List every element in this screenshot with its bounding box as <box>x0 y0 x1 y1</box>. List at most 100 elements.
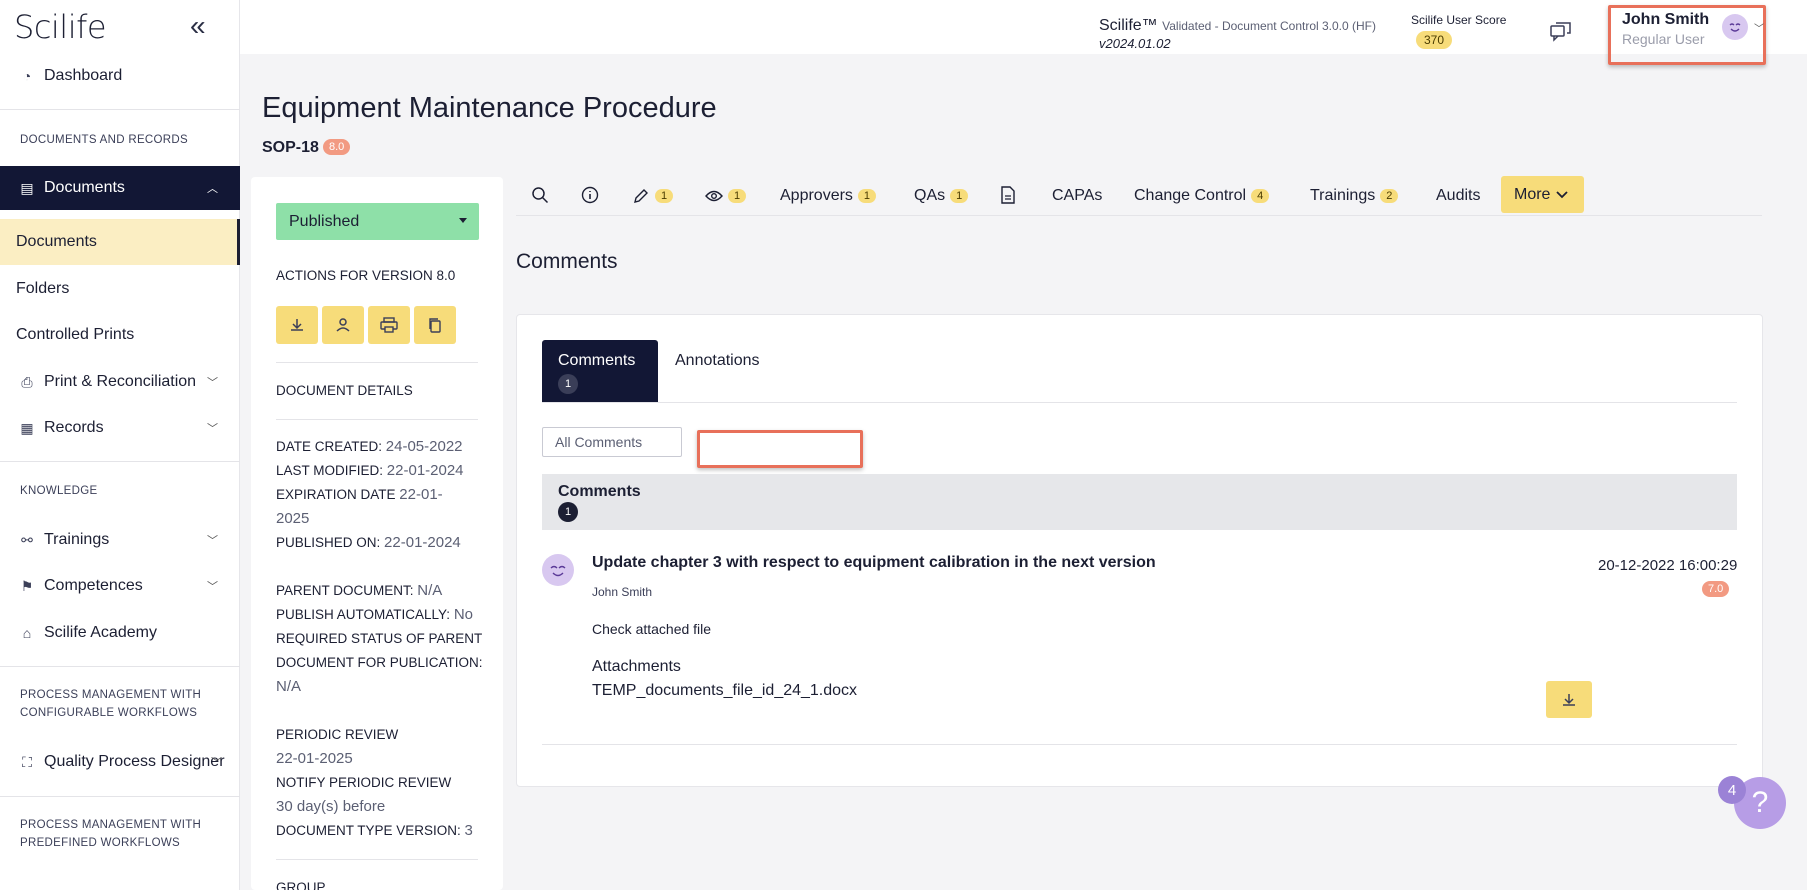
published-on-label: PUBLISHED ON: <box>276 535 381 550</box>
competences-icon: ⚑ <box>20 577 34 594</box>
search-icon[interactable] <box>531 186 551 206</box>
document-icon[interactable] <box>1000 186 1020 206</box>
user-role: Regular User <box>1622 31 1705 47</box>
sidebar-item-documents[interactable]: Documents <box>0 219 240 265</box>
sidebar-item-label: Quality Process Designer <box>44 753 225 770</box>
expiration-label: EXPIRATION DATE <box>276 487 396 502</box>
download-icon <box>291 319 303 331</box>
tab-label: Change Control <box>1134 187 1247 204</box>
sidebar-item-label: Folders <box>16 280 70 297</box>
details-label: DOCUMENT DETAILS <box>276 383 413 398</box>
sidebar-item-dashboard[interactable]: ◔ Dashboard <box>0 54 240 98</box>
collapse-sidebar-icon[interactable]: « <box>190 12 206 40</box>
sidebar-item-label: Records <box>44 419 104 436</box>
type-version-value: 3 <box>464 822 473 839</box>
sidebar-item-trainings[interactable]: ⚯ Trainings ﹀ <box>0 518 240 562</box>
pencil-icon <box>634 189 648 203</box>
sidebar-item-records[interactable]: ▦ Records ﹀ <box>0 406 240 450</box>
chevron-down-icon: ﹀ <box>211 757 222 769</box>
sidebar-item-scilife-academy[interactable]: ⌂ Scilife Academy <box>0 611 240 655</box>
chevron-down-icon: ﹀ <box>207 377 218 389</box>
tab-label: Trainings <box>1310 187 1376 204</box>
date-created-value: 24-05-2022 <box>385 438 463 455</box>
user-icon <box>336 318 350 332</box>
actions-label: ACTIONS FOR VERSION 8.0 <box>276 268 456 283</box>
type-version-row: DOCUMENT TYPE VERSION: 3 <box>276 819 473 843</box>
tab-count: 1 <box>558 374 578 394</box>
download-button[interactable] <box>276 306 318 344</box>
attachment-download-button[interactable] <box>1546 681 1592 718</box>
tab-label: QAs <box>914 187 946 204</box>
tab-qas[interactable]: QAs 1 <box>914 182 969 210</box>
sidebar-item-label: Documents <box>44 179 125 196</box>
sidebar-item-controlled-prints[interactable]: Controlled Prints <box>0 313 240 357</box>
type-version-label: DOCUMENT TYPE VERSION: <box>276 823 461 838</box>
parent-document-row: PARENT DOCUMENT: N/A <box>276 579 442 603</box>
periodic-review-value: 22-01-2025 <box>276 750 353 767</box>
comments-header-label: Comments <box>558 483 641 500</box>
sidebar-item-folders[interactable]: Folders <box>0 267 240 311</box>
publish-auto-value: No <box>453 606 474 623</box>
last-modified-label: LAST MODIFIED: <box>276 463 384 478</box>
sidebar: Scilife « ◔ Dashboard DOCUMENTS AND RECO… <box>0 0 240 890</box>
publish-auto-label: PUBLISH AUTOMATICALLY: <box>276 607 451 622</box>
tab-badge: 1 <box>857 189 877 203</box>
user-score-label: Scilife User Score <box>1411 13 1507 27</box>
chevron-down-icon: ﹀ <box>207 581 218 593</box>
scilife-logo[interactable]: Scilife <box>14 8 107 46</box>
chevron-down-icon: ﹀ <box>207 423 218 435</box>
user-score-badge: 370 <box>1416 31 1453 49</box>
sidebar-item-label: Scilife Academy <box>44 624 157 641</box>
app-subtitle: Validated - Document Control 3.0.0 (HF) <box>1162 19 1377 33</box>
app-name-line: Scilife™ Validated - Document Control 3.… <box>1099 17 1376 35</box>
section-label-documents: DOCUMENTS AND RECORDS <box>20 134 188 146</box>
sidebar-item-competences[interactable]: ⚑ Competences ﹀ <box>0 564 240 608</box>
more-button[interactable]: More <box>1501 176 1584 213</box>
publish-auto-row: PUBLISH AUTOMATICALLY: No <box>276 603 473 627</box>
caret-down-icon <box>459 218 467 223</box>
print-button[interactable] <box>368 306 410 344</box>
info-icon[interactable] <box>581 186 601 206</box>
parent-document-value: N/A <box>417 582 443 599</box>
status-select-value: Published <box>289 212 360 230</box>
tab-approvers[interactable]: Approvers 1 <box>780 182 877 210</box>
sidebar-item-documents-group[interactable]: ▤ Documents ︿ <box>0 166 240 210</box>
divider <box>276 419 478 420</box>
comment-version-badge: 7.0 <box>1702 581 1730 597</box>
periodic-review-label: PERIODIC REVIEW <box>276 727 399 742</box>
user-name: John Smith <box>1622 11 1710 28</box>
comments-search-input[interactable] <box>697 430 863 468</box>
tab-change-control[interactable]: Change Control 4 <box>1134 182 1270 210</box>
expiration-row: EXPIRATION DATE 22-01- <box>276 483 443 507</box>
divider <box>0 796 240 797</box>
app-version: v2024.01.02 <box>1099 36 1171 51</box>
assign-user-button[interactable] <box>322 306 364 344</box>
comment-author: John Smith <box>592 585 653 599</box>
chat-icon[interactable] <box>1550 22 1572 42</box>
required-status-label: REQUIRED STATUS OF PARENT <box>276 631 483 646</box>
sidebar-item-label: Print & Reconciliation <box>44 373 197 390</box>
copy-button[interactable] <box>414 306 456 344</box>
comments-filter-select[interactable]: All Comments <box>542 427 682 457</box>
divider <box>0 461 240 462</box>
sidebar-item-print-reconciliation[interactable]: ⎙ Print & Reconciliation ﹀ <box>0 360 240 404</box>
comments-header-count: 1 <box>558 502 578 522</box>
sidebar-item-quality-process-designer[interactable]: ⛶ Quality Process Designer ﹀ <box>0 740 240 784</box>
tab-edit[interactable]: 1 <box>632 182 674 210</box>
tab-label: CAPAs <box>1052 187 1103 204</box>
document-id: SOP-18 <box>262 139 319 156</box>
tab-badge: 2 <box>1380 189 1399 203</box>
chevron-down-icon[interactable]: ﹀ <box>1754 20 1764 35</box>
tab-badge: 1 <box>950 189 969 203</box>
tab-audits[interactable]: Audits <box>1436 182 1480 210</box>
attachment-file-link[interactable]: TEMP_documents_file_id_24_1.docx <box>592 682 857 700</box>
app-name: Scilife™ <box>1099 17 1158 34</box>
tab-views[interactable]: 1 <box>705 182 747 210</box>
tab-capas[interactable]: CAPAs <box>1052 182 1102 210</box>
comments-list-header: Comments 1 <box>542 474 1737 530</box>
status-select[interactable]: Published <box>276 203 479 240</box>
tab-trainings[interactable]: Trainings 2 <box>1310 182 1399 210</box>
tab-comments[interactable]: Comments 1 <box>542 340 658 402</box>
tab-annotations[interactable]: Annotations <box>675 352 760 370</box>
eye-icon <box>705 190 723 202</box>
